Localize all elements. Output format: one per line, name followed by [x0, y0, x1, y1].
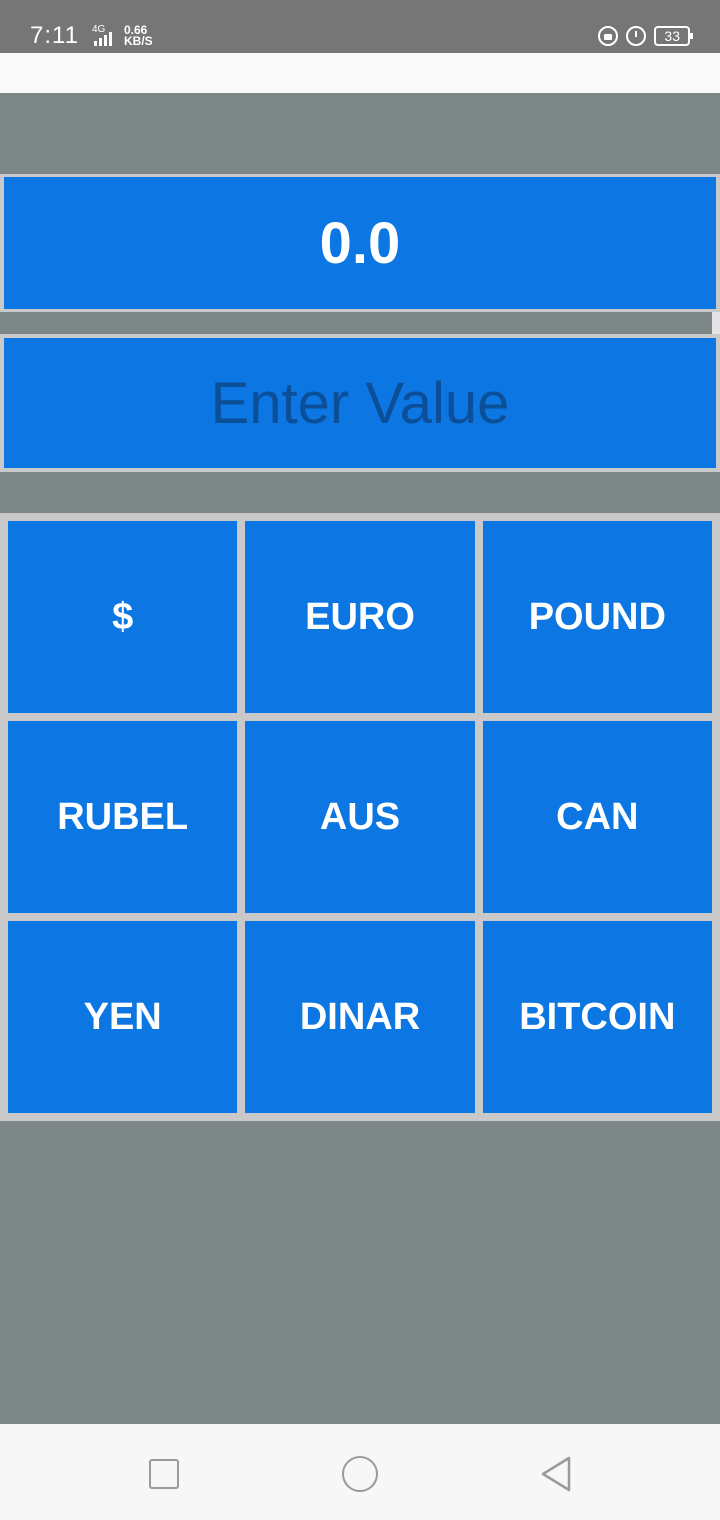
result-panel: 0.0	[0, 174, 720, 312]
network-speed: 0.66 KB/S	[124, 24, 153, 48]
currency-button-euro[interactable]: EURO	[245, 521, 475, 713]
value-input[interactable]	[4, 338, 716, 468]
currency-button-rubel[interactable]: RUBEL	[8, 721, 238, 913]
currency-button-bitcoin[interactable]: BITCOIN	[482, 921, 712, 1113]
recent-apps-button[interactable]	[144, 1454, 184, 1494]
network-speed-unit: KB/S	[124, 34, 153, 48]
alarm-icon	[626, 26, 647, 46]
currency-button-aus[interactable]: AUS	[245, 721, 475, 913]
home-button[interactable]	[340, 1454, 380, 1494]
currency-button-yen[interactable]: YEN	[8, 921, 238, 1113]
result-value: 0.0	[4, 177, 716, 309]
currency-button-dollar[interactable]: $	[8, 521, 238, 713]
currency-grid: $ EURO POUND RUBEL AUS CAN YEN DINAR BIT…	[0, 513, 720, 1121]
rotation-lock-icon	[598, 26, 619, 46]
battery-icon: 33	[654, 26, 693, 46]
currency-button-pound[interactable]: POUND	[482, 521, 712, 713]
app-bar	[0, 53, 720, 93]
value-input-container	[0, 334, 720, 472]
status-icons: 33	[598, 24, 693, 48]
status-bar: 7:11 4G 0.66 KB/S 33	[0, 0, 720, 53]
recent-apps-icon	[149, 1459, 179, 1489]
home-icon	[342, 1456, 378, 1492]
back-icon	[541, 1456, 571, 1492]
network-indicator: 4G 0.66 KB/S	[84, 24, 154, 50]
back-button[interactable]	[536, 1454, 576, 1494]
status-time: 7:11	[30, 22, 79, 49]
currency-button-can[interactable]: CAN	[482, 721, 712, 913]
currency-button-dinar[interactable]: DINAR	[245, 921, 475, 1113]
navigation-bar	[0, 1424, 720, 1520]
network-type: 4G	[92, 24, 106, 35]
